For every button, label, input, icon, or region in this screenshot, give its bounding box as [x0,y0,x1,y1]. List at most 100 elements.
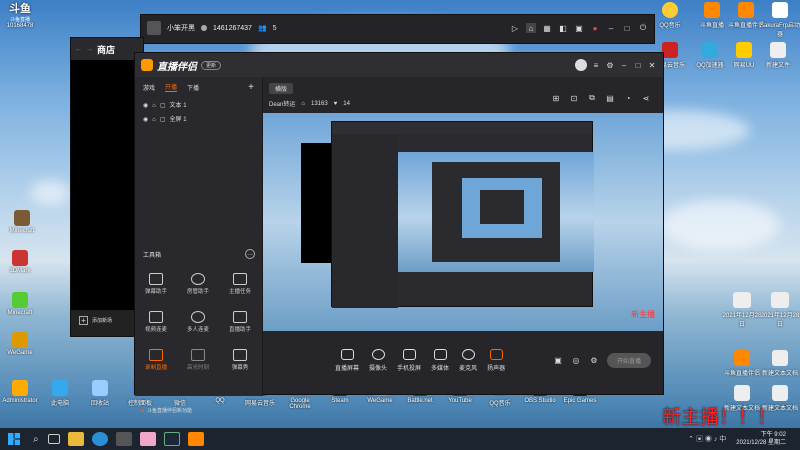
home-small-icon: ⌂ [301,100,305,107]
steam-icon[interactable] [163,432,180,446]
text-icon: ▢ [159,103,166,109]
app-icon[interactable] [139,432,156,446]
list-item[interactable]: ◉ ⌂ ▢ 全屏 1 [143,113,254,127]
avatar[interactable] [575,59,587,71]
tab-game[interactable]: 游戏 [143,83,155,92]
desktop-icon[interactable]: SakuraFrp启动器 [760,2,800,38]
tile-task[interactable]: 主播任务 [225,273,255,295]
desktop-icon[interactable]: Administrator [0,380,40,406]
room-tag[interactable]: 横版 [269,83,294,94]
action-speaker[interactable]: 扬声器 [487,349,505,372]
add-scene-button[interactable]: 添加新场 [92,317,112,324]
record-icon[interactable]: ▣ [553,356,563,366]
add-icon[interactable]: + [79,316,88,325]
desktop-icon[interactable]: Minecraft [2,210,42,234]
tile-calendar[interactable]: 弹幕秀 [225,349,255,371]
back-icon[interactable]: ← [75,46,82,53]
camera-icon[interactable]: ▣ [574,23,584,33]
video-icon[interactable]: ▷ [510,23,520,33]
update-badge[interactable]: 更新 [201,60,222,70]
app-logo: 直播伴侣 [157,61,197,73]
shop-title: 商店 [97,44,116,55]
desktop-icon[interactable]: 新建文本文档 [760,350,800,377]
play-icon[interactable]: ◎ [571,356,581,366]
grid-icon[interactable]: ▦ [542,23,552,33]
minimize-icon[interactable]: – [606,23,616,33]
tile-assist[interactable]: 直播助手 [225,311,255,333]
screen-icon: ▢ [159,117,166,123]
preview-black [301,143,331,263]
store-icon[interactable] [115,432,132,446]
minimize-icon[interactable]: – [619,60,629,70]
tile-manager[interactable]: 房管助手 [183,273,213,295]
desktop-icon[interactable]: Minecraft [0,292,40,316]
action-camera[interactable]: 摄像头 [369,349,387,372]
tile-record[interactable]: 录制直播 [141,349,171,371]
bell-icon[interactable]: ◔ [623,93,633,103]
desktop-icon[interactable]: 此电脑 [40,380,80,407]
desktop-icon[interactable]: WeGame [0,332,40,356]
app-window: 直播伴侣 更新 ≡ ⚙ – □ ✕ 游戏 开播 下播 + ◉ ⌂ ▢ 文本 1 ◉ ⌂ ▢… [134,52,664,414]
maximize-icon[interactable]: □ [633,60,643,70]
action-phone[interactable]: 手机投屏 [397,349,421,372]
image-icon[interactable]: ▤ [605,93,615,103]
overlay-text: 新主播！！！ [662,406,777,428]
scene-list: ◉ ⌂ ▢ 文本 1 ◉ ⌂ ▢ 全屏 1 [135,97,262,129]
shop-window: ← → 商店 + 添加新场 [70,37,144,337]
preview-window [331,121,594,308]
list-icon[interactable]: ≡ [591,60,601,70]
maximize-icon[interactable]: □ [622,23,632,33]
action-screen[interactable]: 直播屏幕 [335,349,359,372]
action-mic[interactable]: 麦克风 [459,349,477,372]
notice-text[interactable]: 斗鱼直播伴侣新功能 [147,407,192,414]
tile-video[interactable]: 视频连麦 [141,311,171,333]
share-icon[interactable]: ⋖ [641,93,651,103]
people-icon: 👥 [257,25,267,32]
clock[interactable]: 下午 9:02 2021/12/28 星期二 [736,431,786,447]
lock-icon: ⌂ [152,117,156,123]
preview-overlay-text: 新主播 [631,310,655,319]
more-tools-icon[interactable]: … [245,249,255,259]
tab-offline[interactable]: 下播 [187,83,199,92]
room-info: 横版 [269,83,294,94]
desktop-icon[interactable]: 2021年12月28日 [722,292,762,328]
power-icon[interactable]: ⏻ [638,23,648,33]
preview-canvas[interactable]: 新主播 [263,113,663,331]
record-dot-icon[interactable]: ● [590,23,600,33]
explorer-icon[interactable] [67,432,84,446]
desktop-icon[interactable]: QQ音乐 [650,2,690,29]
action-media[interactable]: 多媒体 [431,349,449,372]
close-icon[interactable]: ✕ [647,60,657,70]
start-icon[interactable] [8,433,20,445]
add-source-icon[interactable]: + [248,82,254,93]
search-icon[interactable]: ⌕ [33,434,39,445]
home-nav-icon[interactable]: ⌂ [526,23,536,33]
gift-icon[interactable]: ⊞ [551,93,561,103]
brand-logo: 斗鱼 斗鱼直播 10168478 [6,3,34,29]
settings-icon[interactable]: ⚙ [605,60,615,70]
task-view-icon[interactable] [47,434,60,444]
desktop-icon[interactable]: 新建文件 [758,42,798,69]
douyu-icon[interactable] [187,432,204,446]
home-icon[interactable] [147,21,161,35]
desktop-icon[interactable]: 2021年12月28日 [760,292,800,328]
desktop-icon[interactable]: 3DMark [0,250,40,274]
tray-icons[interactable]: ⌃ ▣ ◉ ♪ 中 [688,434,726,444]
action-bar: 直播屏幕 摄像头 手机投屏 多媒体 麦克风 扬声器 [335,349,515,372]
copy-icon[interactable]: ⧉ [587,93,597,103]
tile-multi[interactable]: 多人连麦 [183,311,213,333]
start-live-button[interactable]: 开始直播 [606,353,651,368]
gamepad-icon[interactable]: ◧ [558,23,568,33]
user-icon [201,25,207,31]
tile-download[interactable]: 高光时刻 [183,349,213,371]
tile-chat[interactable]: 弹幕助手 [141,273,171,295]
desktop-icon[interactable]: 斗鱼直播伴侣 [722,350,762,377]
edge-icon[interactable] [91,432,108,446]
list-item[interactable]: ◉ ⌂ ▢ 文本 1 [143,99,254,113]
left-panel: 游戏 开播 下播 + ◉ ⌂ ▢ 文本 1 ◉ ⌂ ▢ 全屏 1 工具箱 … 弹幕助手 房管… [135,77,263,414]
lock-icon[interactable]: ⊡ [569,93,579,103]
tab-live[interactable]: 开播 [165,82,178,92]
forward-icon[interactable]: → [86,46,93,53]
desktop-icon[interactable]: 回收站 [80,380,120,407]
settings-small-icon[interactable]: ⚙ [589,356,599,366]
